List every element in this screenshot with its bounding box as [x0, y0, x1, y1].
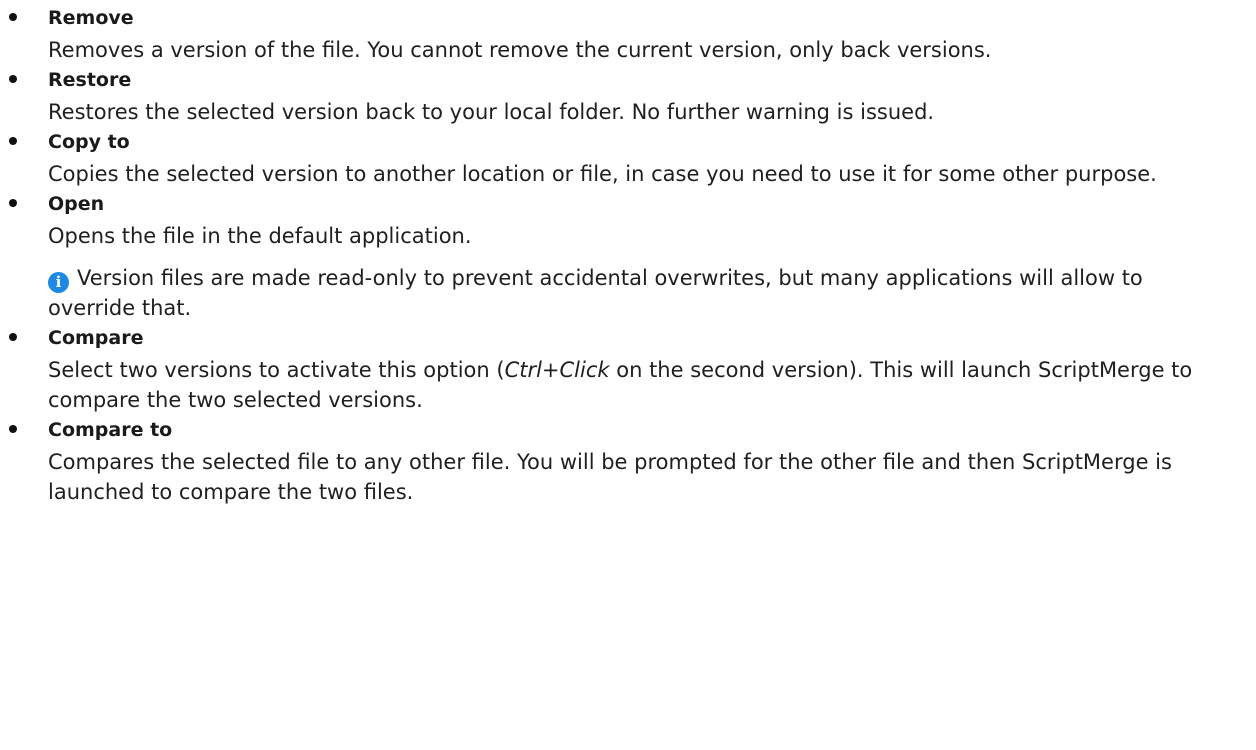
bullet	[9, 75, 17, 83]
option-description: Removes a version of the file. You canno…	[48, 38, 992, 62]
option-term: Remove	[48, 7, 134, 29]
bullet	[9, 137, 17, 145]
option-term: Restore	[48, 69, 132, 91]
option-term: Copy to	[48, 131, 130, 153]
info-note: i Version files are made read-only to pre…	[48, 263, 1236, 323]
option-term: Compare to	[48, 419, 173, 441]
option-description: Compares the selected file to any other …	[48, 450, 1172, 504]
info-note-text: Version files are made read-only to prev…	[48, 266, 1143, 320]
option-term: Compare	[48, 327, 144, 349]
option-description: Select two versions to activate this opt…	[48, 355, 1236, 415]
bullet	[9, 13, 17, 21]
list-item-compare: Compare Select two versions to activate …	[0, 323, 1236, 415]
option-description: Opens the file in the default applicatio…	[48, 224, 472, 248]
option-description: Copies the selected version to another l…	[48, 162, 1157, 186]
shortcut-text: Ctrl+Click	[504, 358, 610, 382]
bullet	[9, 425, 17, 433]
option-term: Open	[48, 193, 105, 215]
list-item-restore: Restore Restores the selected version ba…	[0, 65, 1236, 127]
info-icon: i	[48, 272, 69, 293]
bullet	[9, 199, 17, 207]
list-item-open: Open Opens the file in the default appli…	[0, 189, 1236, 323]
option-description: Restores the selected version back to yo…	[48, 100, 935, 124]
bullet	[9, 333, 17, 341]
list-item-copy-to: Copy to Copies the selected version to a…	[0, 127, 1236, 189]
description-text: Select two versions to activate this opt…	[48, 358, 505, 382]
list-item-compare-to: Compare to Compares the selected file to…	[0, 415, 1236, 507]
options-list: Remove Removes a version of the file. Yo…	[0, 0, 1236, 507]
document: Remove Removes a version of the file. Yo…	[0, 0, 1256, 507]
list-item-remove: Remove Removes a version of the file. Yo…	[0, 0, 1236, 65]
